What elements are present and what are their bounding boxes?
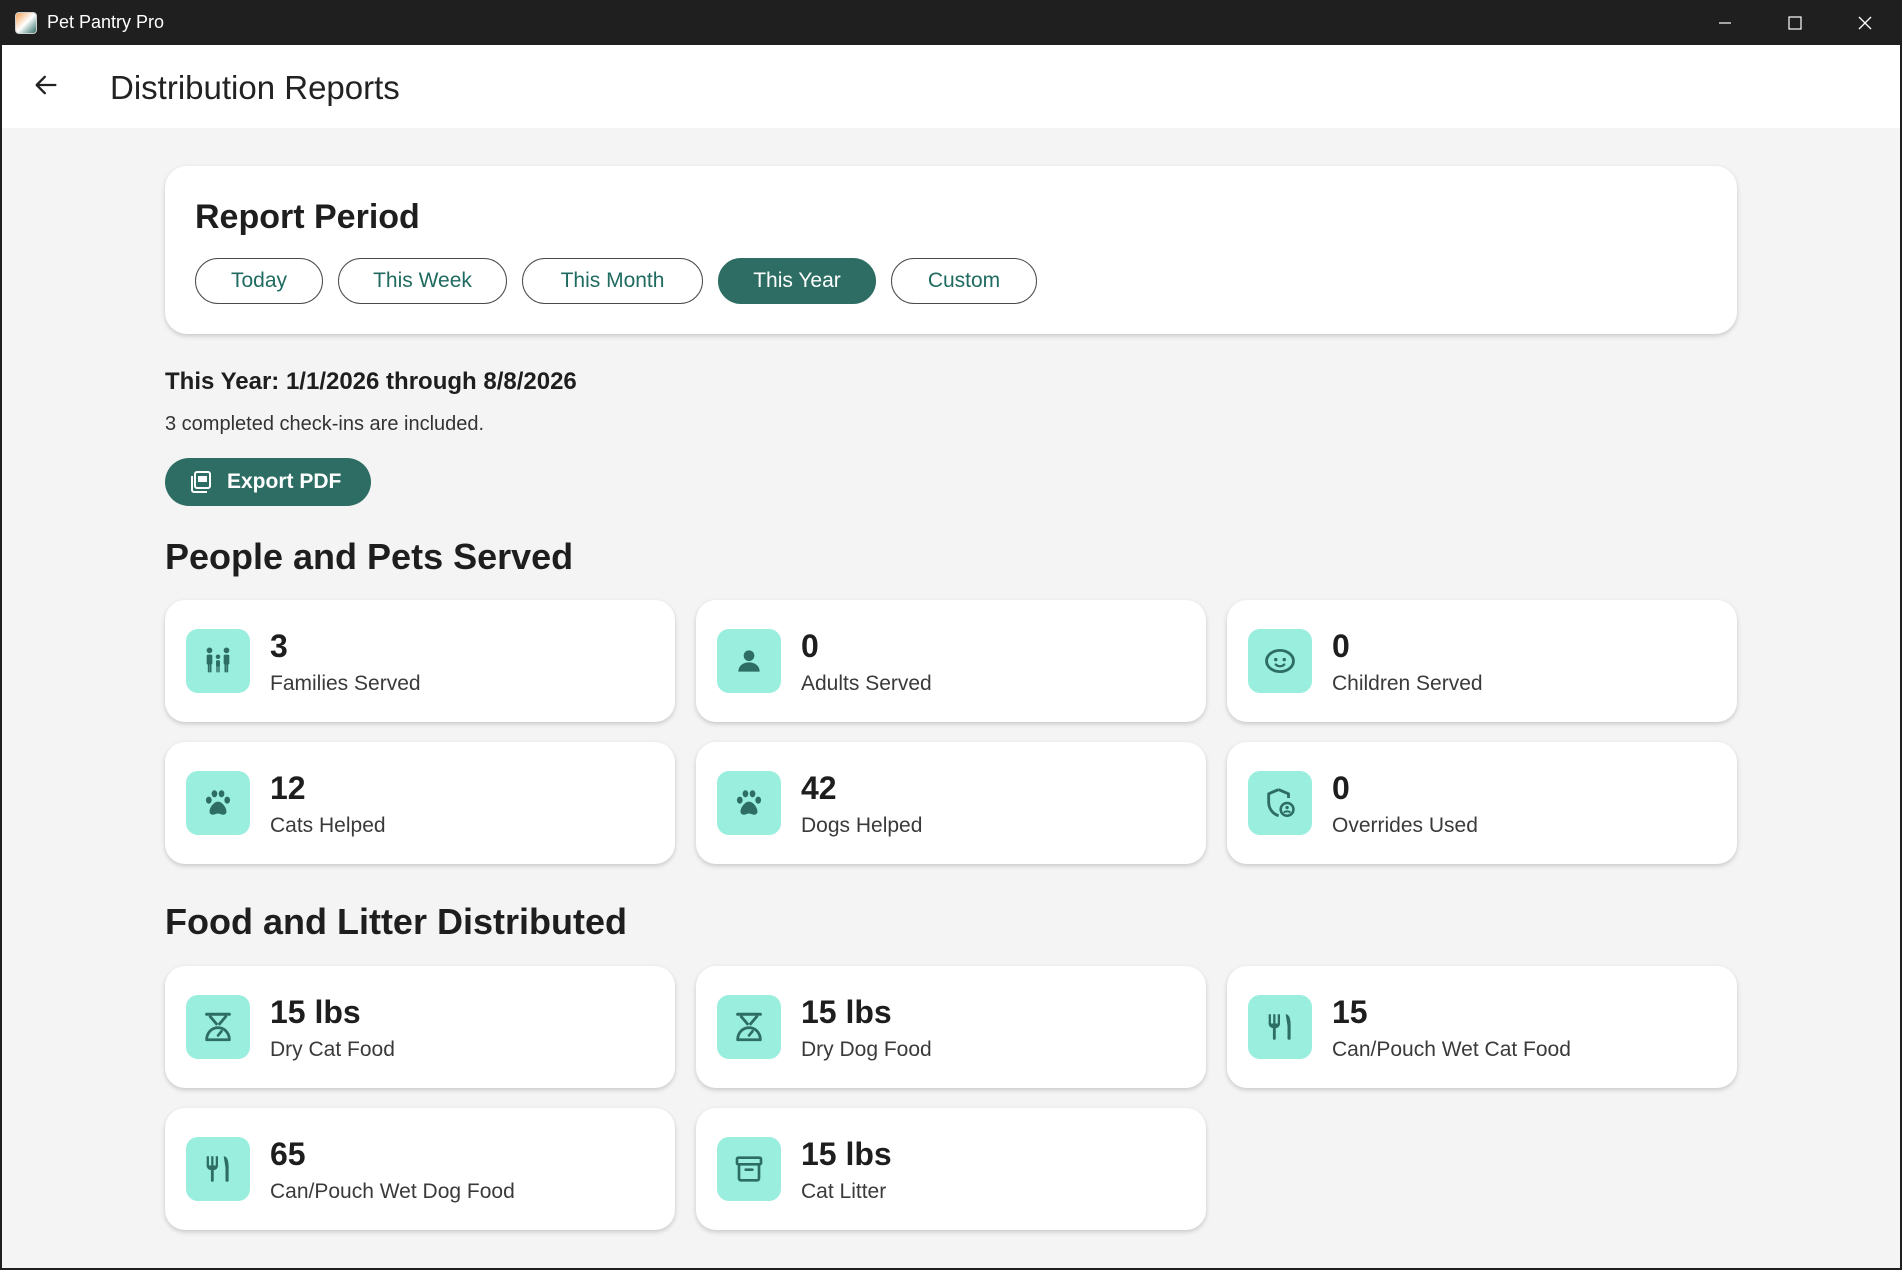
- stat-value: 42: [801, 770, 837, 806]
- food-section-title: Food and Litter Distributed: [165, 901, 627, 942]
- maximize-button[interactable]: [1760, 0, 1830, 45]
- stat-value: 15: [1332, 994, 1368, 1030]
- export-pdf-button[interactable]: Export PDF: [165, 458, 371, 506]
- stat-card-wet-cat-food: 15 Can/Pouch Wet Cat Food: [1227, 966, 1737, 1088]
- stat-value: 15 lbs: [801, 994, 892, 1030]
- stat-value: 12: [270, 770, 306, 806]
- stat-label: Dry Dog Food: [801, 1038, 932, 1061]
- stat-label: Adults Served: [801, 672, 932, 695]
- stat-label: Families Served: [270, 672, 421, 695]
- stat-label: Dogs Helped: [801, 814, 923, 837]
- title-bar: Pet Pantry Pro: [2, 0, 1900, 45]
- utensils-icon: [1248, 995, 1312, 1059]
- stat-card-dogs: 42 Dogs Helped: [696, 742, 1206, 864]
- close-button[interactable]: [1830, 0, 1900, 45]
- range-title: This Year: 1/1/2026 through 8/8/2026: [165, 368, 577, 395]
- stat-card-dry-cat-food: 15 lbs Dry Cat Food: [165, 966, 675, 1088]
- stat-value: 15 lbs: [270, 994, 361, 1030]
- stat-label: Can/Pouch Wet Dog Food: [270, 1180, 515, 1203]
- stat-label: Overrides Used: [1332, 814, 1478, 837]
- pdf-icon: [189, 470, 213, 494]
- stat-label: Can/Pouch Wet Cat Food: [1332, 1038, 1571, 1061]
- chip-custom[interactable]: Custom: [891, 258, 1037, 304]
- scale-icon: [186, 995, 250, 1059]
- person-icon: [717, 629, 781, 693]
- stat-label: Cat Litter: [801, 1180, 887, 1203]
- shield-override-icon: [1248, 771, 1312, 835]
- paw-icon: [717, 771, 781, 835]
- archive-box-icon: [717, 1137, 781, 1201]
- app-bar: Distribution Reports: [2, 45, 1900, 128]
- stat-label: Dry Cat Food: [270, 1038, 395, 1061]
- chip-this-week[interactable]: This Week: [338, 258, 507, 304]
- back-button[interactable]: [26, 65, 66, 105]
- people-section-title: People and Pets Served: [165, 536, 574, 577]
- stat-value: 15 lbs: [801, 1136, 892, 1172]
- stat-value: 65: [270, 1136, 306, 1172]
- close-icon: [1858, 16, 1872, 29]
- chip-today[interactable]: Today: [195, 258, 323, 304]
- stat-card-dry-dog-food: 15 lbs Dry Dog Food: [696, 966, 1206, 1088]
- family-icon: [186, 629, 250, 693]
- stat-card-cats: 12 Cats Helped: [165, 742, 675, 864]
- stat-card-cat-litter: 15 lbs Cat Litter: [696, 1108, 1206, 1230]
- period-chip-group: Today This Week This Month This Year Cus…: [195, 258, 1037, 304]
- app-logo-icon: [15, 11, 37, 34]
- utensils-icon: [186, 1137, 250, 1201]
- chip-this-year[interactable]: This Year: [718, 258, 876, 304]
- report-period-card: Report Period Today This Week This Month…: [165, 166, 1737, 334]
- app-window: Pet Pantry Pro Distribution Reports Repo…: [2, 0, 1900, 1268]
- stat-value: 0: [801, 628, 819, 664]
- checkins-summary: 3 completed check-ins are included.: [165, 413, 485, 435]
- report-period-heading: Report Period: [195, 198, 420, 236]
- chip-this-month[interactable]: This Month: [522, 258, 703, 304]
- stat-label: Cats Helped: [270, 814, 386, 837]
- stat-value: 0: [1332, 628, 1350, 664]
- window-controls: [1690, 0, 1900, 45]
- stat-card-wet-dog-food: 65 Can/Pouch Wet Dog Food: [165, 1108, 675, 1230]
- stat-card-families: 3 Families Served: [165, 600, 675, 722]
- maximize-icon: [1788, 15, 1802, 30]
- stat-label: Children Served: [1332, 672, 1483, 695]
- paw-icon: [186, 771, 250, 835]
- stat-card-adults: 0 Adults Served: [696, 600, 1206, 722]
- arrow-left-icon: [35, 75, 57, 95]
- stat-value: 0: [1332, 770, 1350, 806]
- stat-value: 3: [270, 628, 288, 664]
- stat-card-overrides: 0 Overrides Used: [1227, 742, 1737, 864]
- window-title: Pet Pantry Pro: [47, 12, 165, 32]
- stat-card-children: 0 Children Served: [1227, 600, 1737, 722]
- export-pdf-label: Export PDF: [227, 470, 342, 493]
- scale-icon: [717, 995, 781, 1059]
- minimize-button[interactable]: [1690, 0, 1760, 45]
- child-face-icon: [1248, 629, 1312, 693]
- minimize-icon: [1719, 21, 1731, 24]
- page-title: Distribution Reports: [110, 69, 400, 106]
